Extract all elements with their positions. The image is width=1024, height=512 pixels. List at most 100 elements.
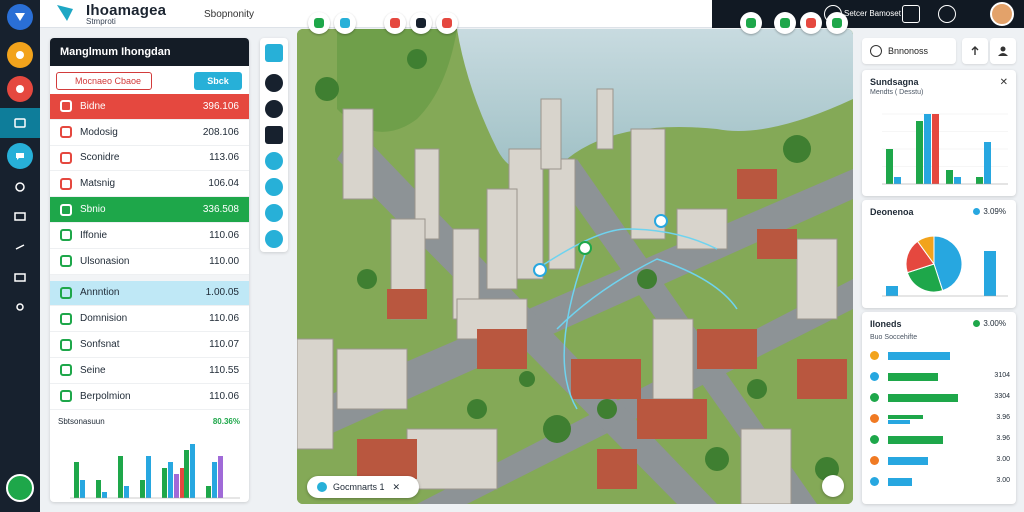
item-value: 336.508 [202, 204, 239, 216]
close-icon[interactable]: ✕ [393, 482, 401, 493]
layers-icon[interactable] [265, 74, 283, 92]
app-subtitle: Stmproti [86, 17, 116, 26]
alert-icon[interactable] [7, 76, 33, 102]
chart-bar [162, 467, 167, 498]
item-label: Seine [80, 364, 106, 376]
right-header[interactable]: Bnnonoss [862, 38, 956, 64]
items-card: Iloneds 3.00% Buo Soccehifte 3104 3304 3.9… [862, 312, 1016, 504]
list-item[interactable]: Berpolmion 110.06 [50, 384, 249, 410]
map-status-bar[interactable]: Gocmnarts 1 ✕ [307, 476, 419, 498]
map-trash-icon[interactable] [826, 12, 848, 34]
zoom-icon[interactable] [265, 230, 283, 248]
item-label: Modosig [80, 126, 118, 138]
user-avatar[interactable] [6, 474, 34, 502]
map-pin-icon[interactable] [410, 12, 432, 34]
item-icon [60, 390, 72, 403]
target-icon[interactable] [265, 100, 283, 118]
list-item[interactable]: Matsnig 106.04 [50, 171, 249, 198]
chat-icon[interactable] [7, 143, 33, 169]
camera-icon[interactable] [265, 126, 283, 144]
map-marker[interactable] [654, 214, 668, 228]
item-icon [60, 255, 72, 268]
list-item[interactable]: Ulsonasion 110.00 [50, 249, 249, 275]
city-map[interactable] [297, 29, 853, 504]
list-item[interactable]: Seine 110.55 [50, 358, 249, 384]
chart-title: Sbtsonasuun [58, 417, 105, 426]
fire-icon[interactable] [7, 42, 33, 68]
chart-bar [894, 177, 901, 184]
dashboard-icon[interactable] [0, 108, 40, 138]
notifications-icon[interactable] [902, 5, 920, 23]
list-item[interactable]: 3104 [870, 371, 1010, 383]
user-label: Setcer Bamoset [844, 9, 901, 18]
pin-icon[interactable] [265, 152, 283, 170]
map-caption: Gocmnarts 1 [333, 482, 385, 492]
map-sync-icon[interactable] [774, 12, 796, 34]
compass-icon[interactable] [265, 178, 283, 196]
right-header-label: Bnnonoss [888, 46, 929, 56]
chart-bar [118, 455, 123, 498]
settings-icon[interactable] [7, 294, 33, 320]
route-icon[interactable] [265, 44, 283, 62]
list-item[interactable]: 3304 [870, 392, 1010, 404]
list-item[interactable]: Sonfsnat 110.07 [50, 332, 249, 358]
item-label: Ulsonasion [80, 255, 130, 267]
chart-bar [190, 443, 195, 498]
item-value: 3304 [994, 393, 1010, 400]
list-item[interactable]: 3.96 [870, 413, 1010, 425]
item-value: 208.106 [202, 126, 239, 138]
item-value: 110.06 [209, 313, 239, 325]
list-item[interactable]: 3.96 [870, 434, 1010, 446]
map-car-icon[interactable] [800, 12, 822, 34]
navigate-button[interactable] [822, 475, 844, 497]
folder-icon[interactable] [7, 264, 33, 290]
item-label: Sbnio [80, 204, 106, 216]
edit-icon[interactable] [968, 5, 986, 23]
map-alert-icon[interactable] [384, 12, 406, 34]
monitor-icon[interactable] [7, 204, 33, 230]
chart-subtitle: 80.36% [213, 417, 240, 426]
map-recycle-icon[interactable] [308, 12, 330, 34]
logo-icon[interactable] [7, 4, 33, 30]
gear-icon [870, 45, 882, 57]
list-item[interactable] [870, 350, 1010, 362]
list-item[interactable]: Iffonie 110.06 [50, 223, 249, 249]
upload-button[interactable] [962, 38, 988, 64]
users-button[interactable] [990, 38, 1016, 64]
list-item[interactable]: Domnision 110.06 [50, 306, 249, 333]
item-label: Berpolmion [80, 390, 131, 402]
filter-icon[interactable] [265, 204, 283, 222]
profile-avatar[interactable] [990, 2, 1014, 26]
chart-bar [924, 114, 931, 184]
map-leaf-icon[interactable] [740, 12, 762, 34]
chart-bar [976, 177, 983, 184]
chart-bar [146, 455, 151, 498]
list-item[interactable]: Modosig 208.106 [50, 120, 249, 146]
list-item[interactable]: 3.00 [870, 476, 1010, 488]
item-icon [870, 435, 879, 444]
map-marker[interactable] [533, 263, 547, 277]
help-icon[interactable] [938, 5, 956, 23]
progress-bar [888, 478, 912, 486]
chart-bar [102, 491, 107, 498]
link-icon[interactable] [7, 234, 33, 260]
info-icon [317, 482, 327, 492]
map-compass-icon[interactable] [334, 12, 356, 34]
tab-right[interactable]: Sbck [194, 72, 242, 90]
item-icon [60, 229, 72, 242]
camera-icon[interactable] [7, 174, 33, 200]
map-heart-icon[interactable] [436, 12, 458, 34]
chart-bar [80, 479, 85, 498]
tab-left[interactable]: Mocnaeo Cbaoe [56, 72, 152, 90]
item-value: 3.00 [996, 456, 1010, 463]
list-item[interactable]: Annntion 1.00.05 [50, 280, 249, 307]
chart-bar [124, 485, 129, 498]
map-marker[interactable] [578, 241, 592, 255]
list-item[interactable]: 3.00 [870, 455, 1010, 467]
panel-title: Manglmum Ihongdan [50, 38, 249, 66]
item-value: 396.106 [202, 100, 239, 112]
chart-bar [184, 449, 189, 498]
list-item[interactable]: Sconidre 113.06 [50, 146, 249, 172]
list-item[interactable]: Sbnio 336.508 [50, 197, 249, 223]
list-item[interactable]: Bidne 396.106 [50, 94, 249, 120]
